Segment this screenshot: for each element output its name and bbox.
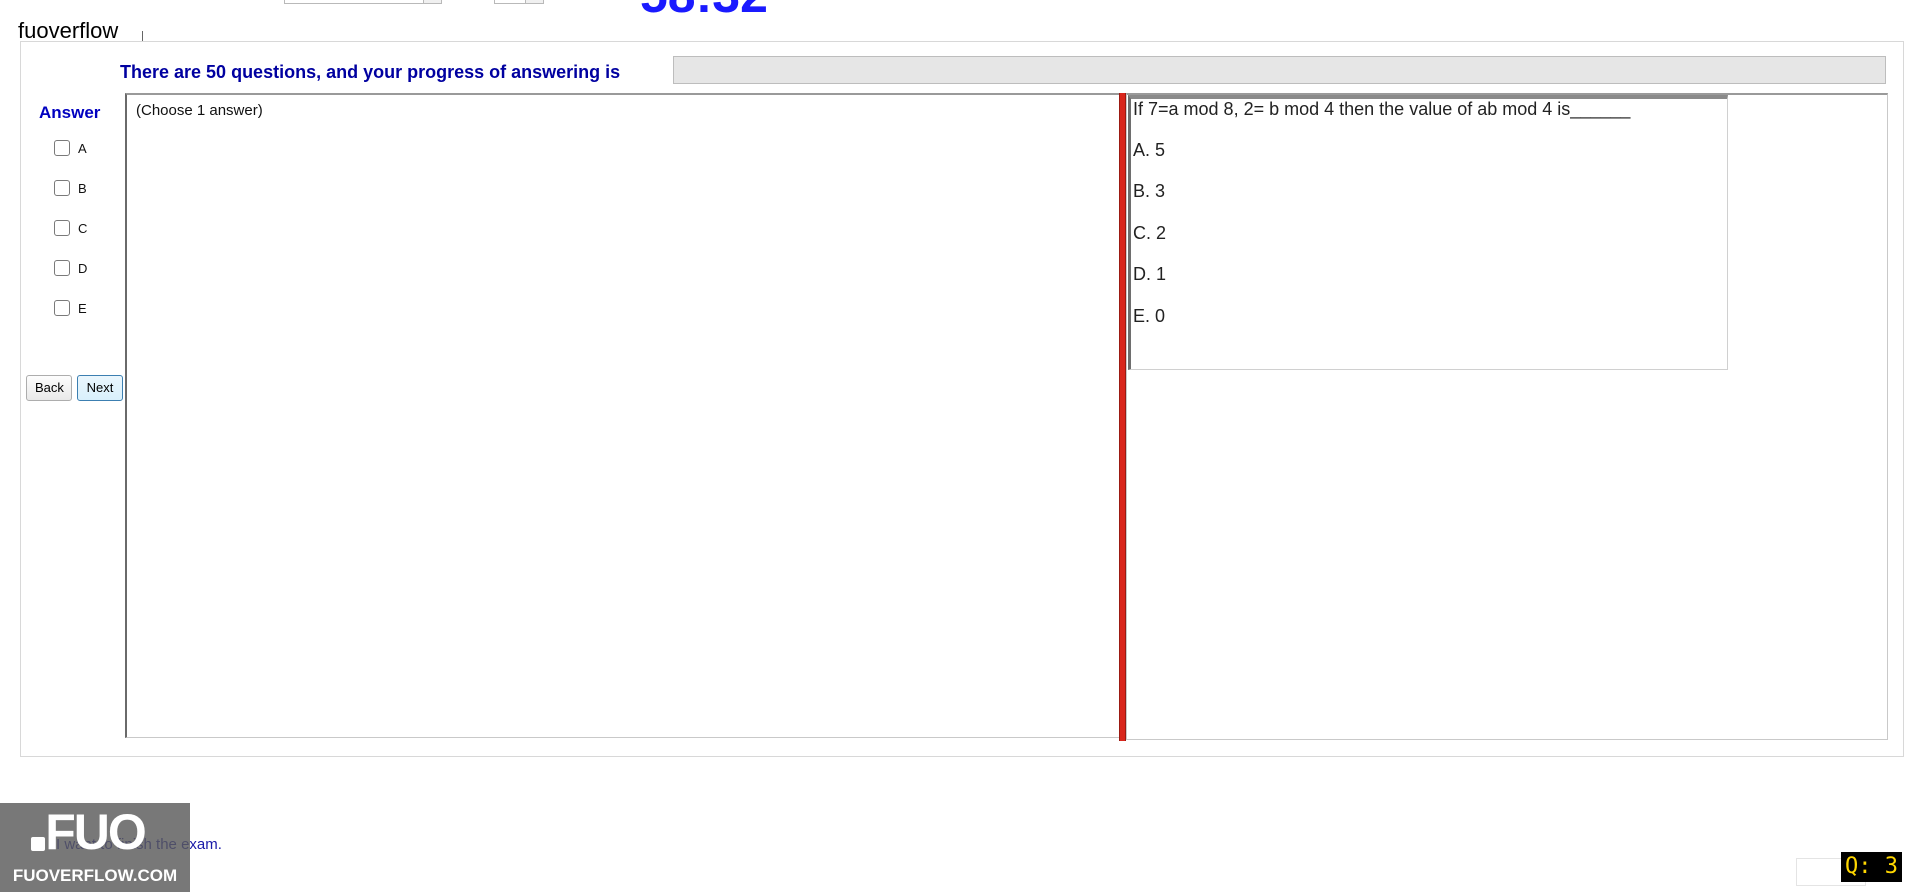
answer-option-label: C [78, 220, 88, 236]
font-size-spinner[interactable] [494, 0, 544, 4]
countdown-timer: 58:32 [640, 0, 880, 20]
choice-value: 5 [1155, 140, 1166, 160]
spinner-arrows-icon[interactable] [525, 0, 543, 3]
checkbox-b[interactable] [54, 180, 70, 196]
question-choice-b: B. 3 [1133, 181, 1165, 202]
checkbox-d[interactable] [54, 260, 70, 276]
back-button[interactable]: Back [26, 375, 72, 401]
pane-splitter[interactable] [1119, 93, 1126, 741]
finish-exam-checkbox[interactable] [30, 836, 46, 852]
question-choice-a: A. 5 [1133, 140, 1165, 161]
choice-value: 0 [1155, 306, 1166, 326]
question-choice-e: E. 0 [1133, 306, 1165, 327]
watermark-logo-mark: FUO [45, 804, 147, 860]
watermark-logo-text: FUOVERFLOW.COM [12, 866, 178, 885]
answer-option-label: D [78, 260, 88, 276]
question-text: If 7=a mod 8, 2= b mod 4 then the value … [1133, 99, 1631, 119]
progress-caption: There are 50 questions, and your progres… [120, 62, 621, 82]
choice-letter: C. [1133, 223, 1151, 243]
question-choice-d: D. 1 [1133, 264, 1166, 285]
answer-option-c[interactable]: C [54, 219, 87, 237]
exam-code-combobox[interactable] [284, 0, 442, 4]
answer-option-a[interactable]: A [54, 139, 87, 157]
question-box [1128, 95, 1728, 370]
choice-letter: D. [1133, 264, 1151, 284]
question-counter: Q: 3 [1841, 852, 1902, 882]
choice-value: 2 [1156, 223, 1167, 243]
answer-option-e[interactable]: E [54, 299, 87, 317]
choice-value: 1 [1156, 264, 1167, 284]
choice-letter: B. [1133, 181, 1151, 201]
answer-option-label: B [78, 180, 87, 196]
choice-letter: E. [1133, 306, 1151, 326]
next-button[interactable]: Next [77, 375, 123, 401]
choice-letter: A. [1133, 140, 1151, 160]
chevron-down-icon[interactable] [423, 0, 441, 3]
progress-bar [673, 56, 1886, 84]
answer-option-label: E [78, 300, 87, 316]
answer-option-b[interactable]: B [54, 179, 87, 197]
fuoverflow-watermark-logo: FUO FUOVERFLOW.COM [0, 803, 190, 892]
answer-option-label: A [78, 140, 87, 156]
checkbox-a[interactable] [54, 140, 70, 156]
checkbox-e[interactable] [54, 300, 70, 316]
question-choice-c: C. 2 [1133, 223, 1166, 244]
checkbox-c[interactable] [54, 220, 70, 236]
answer-heading: Answer [39, 103, 101, 122]
choose-hint: (Choose 1 answer) [136, 102, 263, 119]
answer-pane [125, 93, 1126, 738]
answer-option-d[interactable]: D [54, 259, 87, 277]
choice-value: 3 [1155, 181, 1166, 201]
